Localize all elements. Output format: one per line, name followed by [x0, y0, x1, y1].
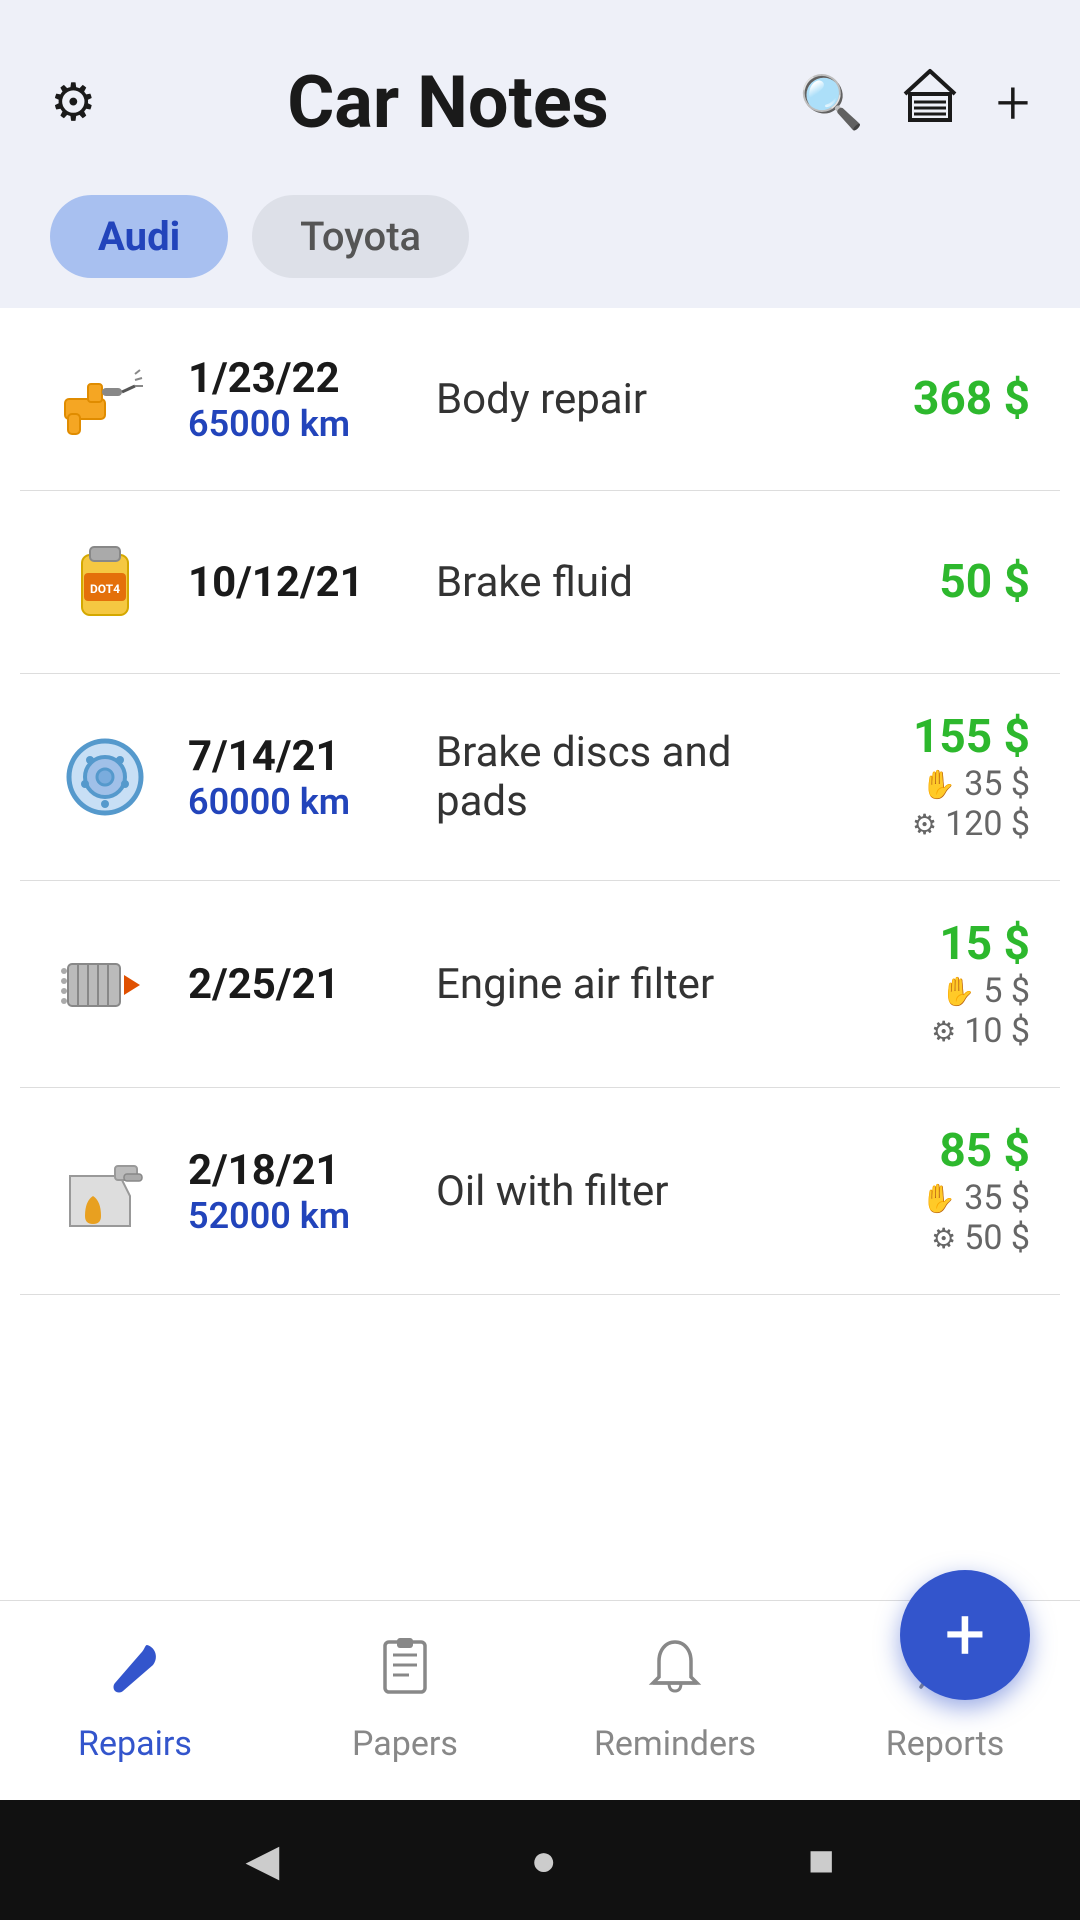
repair-cost-block: 155 $ ✋ 35 $ ⚙ 120 $: [830, 710, 1030, 844]
cost-detail-labor: ✋ 5 $: [830, 971, 1030, 1011]
repair-date-block: 2/18/21 52000 km: [188, 1146, 408, 1237]
cost-total: 15 $: [830, 917, 1030, 971]
repair-icon-fluid: DOT4: [50, 527, 160, 637]
nav-label-reports: Reports: [886, 1724, 1005, 1764]
nav-item-repairs[interactable]: Repairs: [0, 1601, 270, 1800]
repair-name: Oil with filter: [436, 1167, 802, 1216]
repair-date: 10/12/21: [188, 558, 408, 607]
tab-audi[interactable]: Audi: [50, 195, 228, 278]
repair-icon-filter: [50, 929, 160, 1039]
recent-button[interactable]: ■: [808, 1834, 835, 1886]
gear-icon: ⚙: [931, 1222, 956, 1255]
cost-total: 155 $: [830, 710, 1030, 764]
repair-km: 65000 km: [188, 403, 408, 445]
cost-detail-parts: ⚙ 120 $: [830, 804, 1030, 844]
repair-icon-spray: [50, 344, 160, 454]
repair-item[interactable]: 1/23/22 65000 km Body repair 368 $: [20, 308, 1060, 491]
repair-date-block: 1/23/22 65000 km: [188, 354, 408, 445]
header-actions: 🔍 +: [799, 66, 1030, 139]
wrench-icon: [105, 1637, 165, 1712]
repair-name: Body repair: [436, 375, 802, 424]
page-title: Car Notes: [97, 60, 800, 145]
back-button[interactable]: ◀: [246, 1834, 280, 1886]
cost-total: 368 $: [830, 372, 1030, 426]
repair-cost-block: 15 $ ✋ 5 $ ⚙ 10 $: [830, 917, 1030, 1051]
cost-detail-labor: ✋ 35 $: [830, 764, 1030, 804]
main-content: 1/23/22 65000 km Body repair 368 $ DOT4: [0, 308, 1080, 1800]
search-icon[interactable]: 🔍: [799, 72, 864, 133]
nav-item-reminders[interactable]: Reminders: [540, 1601, 810, 1800]
repair-date-block: 2/25/21: [188, 960, 408, 1009]
papers-icon: [375, 1637, 435, 1712]
repair-km: 52000 km: [188, 1195, 408, 1237]
repair-date: 1/23/22: [188, 354, 408, 403]
cost-detail-labor: ✋ 35 $: [830, 1178, 1030, 1218]
repair-date: 2/25/21: [188, 960, 408, 1009]
svg-text:DOT4: DOT4: [90, 582, 120, 596]
hand-icon: ✋: [940, 975, 975, 1008]
nav-label-reminders: Reminders: [594, 1724, 756, 1764]
repair-name: Engine air filter: [436, 960, 802, 1009]
nav-item-papers[interactable]: Papers: [270, 1601, 540, 1800]
repair-km: 60000 km: [188, 781, 408, 823]
hand-icon: ✋: [921, 768, 956, 801]
repair-date-block: 10/12/21: [188, 558, 408, 607]
repair-cost-block: 368 $: [830, 372, 1030, 426]
repair-cost-block: 85 $ ✋ 35 $ ⚙ 50 $: [830, 1124, 1030, 1258]
settings-icon[interactable]: ⚙: [50, 72, 97, 133]
repair-name: Brake discs and pads: [436, 728, 802, 826]
hand-icon: ✋: [921, 1182, 956, 1215]
header: ⚙ Car Notes 🔍 +: [0, 0, 1080, 175]
cost-detail-parts: ⚙ 50 $: [830, 1218, 1030, 1258]
repair-date: 2/18/21: [188, 1146, 408, 1195]
nav-label-papers: Papers: [352, 1724, 458, 1764]
repair-item[interactable]: 7/14/21 60000 km Brake discs and pads 15…: [20, 674, 1060, 881]
cost-detail-parts: ⚙ 10 $: [830, 1011, 1030, 1051]
repair-icon-oil: [50, 1136, 160, 1246]
bell-icon: [645, 1637, 705, 1712]
repair-item[interactable]: DOT4 10/12/21 Brake fluid 50 $: [20, 491, 1060, 674]
tab-toyota[interactable]: Toyota: [252, 195, 469, 278]
repair-date-block: 7/14/21 60000 km: [188, 732, 408, 823]
repair-icon-brake: [50, 722, 160, 832]
add-icon[interactable]: +: [996, 67, 1030, 138]
repair-cost-block: 50 $: [830, 555, 1030, 609]
garage-icon[interactable]: [900, 66, 960, 139]
gear-icon: ⚙: [931, 1015, 956, 1048]
repair-item[interactable]: 2/25/21 Engine air filter 15 $ ✋ 5 $ ⚙ 1…: [20, 881, 1060, 1088]
repairs-list: 1/23/22 65000 km Body repair 368 $ DOT4: [0, 308, 1080, 1600]
car-tabs: Audi Toyota: [0, 175, 1080, 308]
cost-total: 85 $: [830, 1124, 1030, 1178]
android-navbar: ◀ ● ■: [0, 1800, 1080, 1920]
nav-label-repairs: Repairs: [78, 1724, 192, 1764]
repair-name: Brake fluid: [436, 558, 802, 607]
repair-date: 7/14/21: [188, 732, 408, 781]
repair-item[interactable]: 2/18/21 52000 km Oil with filter 85 $ ✋ …: [20, 1088, 1060, 1295]
cost-total: 50 $: [830, 555, 1030, 609]
fab-plus-icon: +: [945, 1599, 986, 1671]
home-button[interactable]: ●: [530, 1834, 557, 1886]
add-repair-fab[interactable]: +: [900, 1570, 1030, 1700]
gear-icon: ⚙: [912, 808, 937, 841]
